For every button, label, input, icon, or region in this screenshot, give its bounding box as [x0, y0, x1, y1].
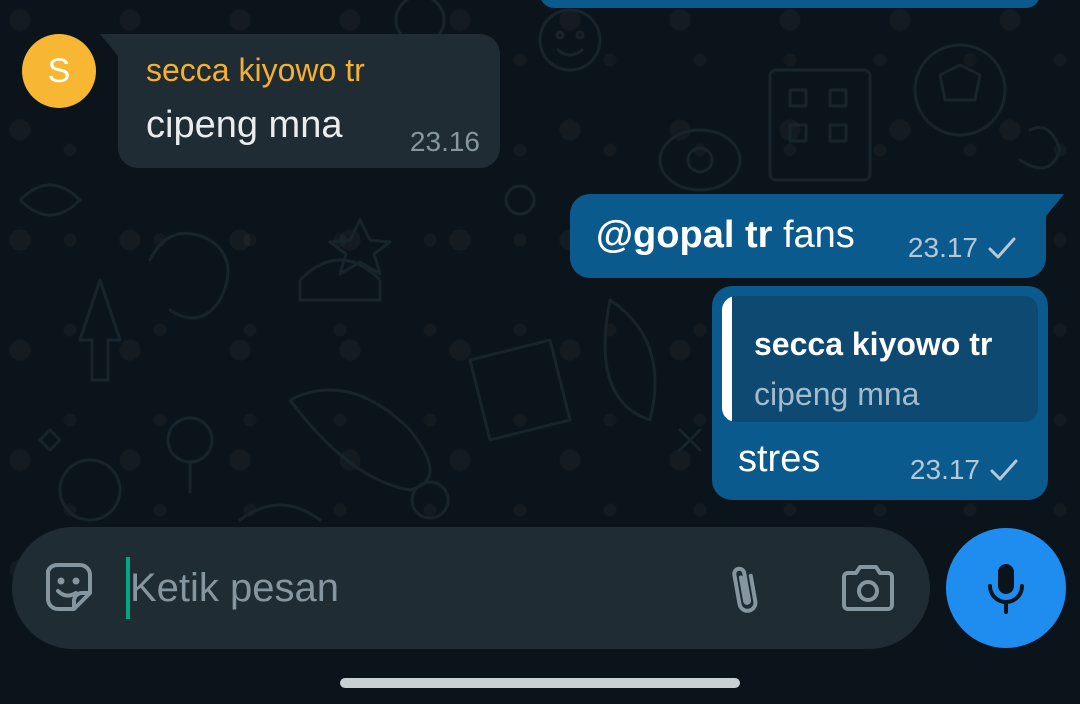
message-timestamp: 23.17: [907, 232, 978, 263]
system-navigation-bar: [0, 662, 1080, 704]
outgoing-message-bubble[interactable]: @gopal tr fans 23.17: [570, 194, 1064, 278]
check-icon: [990, 459, 1018, 481]
avatar-initial: S: [47, 51, 71, 90]
message-sender-name[interactable]: secca kiyowo tr: [146, 52, 365, 89]
message-text: cipeng mna: [146, 104, 343, 146]
sender-avatar[interactable]: S: [22, 34, 96, 108]
paperclip-icon[interactable]: [720, 559, 770, 619]
camera-icon[interactable]: [840, 563, 896, 613]
incoming-message-bubble[interactable]: secca kiyowo tr cipeng mna 23.16: [100, 34, 500, 168]
message-input[interactable]: [130, 555, 690, 621]
message-timestamp: 23.17: [909, 454, 980, 485]
message-composer: [12, 527, 930, 649]
message-meta: 23.17: [908, 232, 1018, 264]
quoted-sender-name: secca kiyowo tr: [754, 326, 993, 362]
message-meta: 23.17: [910, 454, 1020, 486]
microphone-icon: [988, 564, 1024, 614]
sticker-icon[interactable]: [40, 559, 98, 617]
message-text: @gopal tr fans: [596, 214, 855, 257]
message-timestamp: 23.16: [409, 126, 480, 157]
quoted-text: cipeng mna: [754, 376, 920, 412]
home-indicator[interactable]: [340, 678, 740, 688]
message-text-rest: fans: [772, 214, 855, 256]
check-icon: [988, 237, 1016, 259]
quote-accent-bar: [722, 296, 732, 422]
outgoing-reply-message-bubble[interactable]: secca kiyowo tr cipeng mna stres 23.17: [712, 286, 1048, 500]
mic-button[interactable]: [946, 528, 1066, 648]
mention-link[interactable]: @gopal tr: [596, 214, 772, 256]
quoted-message[interactable]: secca kiyowo tr cipeng mna: [722, 296, 1038, 422]
previous-message-bubble-edge: [540, 0, 1040, 8]
message-text: stres: [738, 438, 821, 480]
